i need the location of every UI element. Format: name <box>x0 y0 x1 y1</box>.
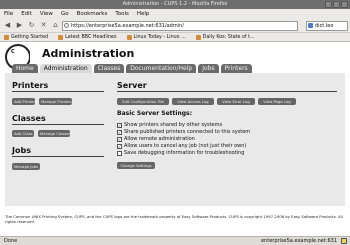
back-icon[interactable]: ◀ <box>3 21 12 30</box>
tab-printers[interactable]: Printers <box>220 64 252 73</box>
bookmark-label: Daily Kos: State of t... <box>202 34 255 40</box>
change-settings-button[interactable]: Change Settings <box>117 162 155 169</box>
logo-text: C <box>11 49 15 55</box>
tab-bar: Home Administration Classes Documentatio… <box>12 64 342 73</box>
rss-icon <box>126 34 132 40</box>
printers-heading: Printers <box>12 81 49 90</box>
view-access-log-button[interactable]: View Access Log <box>172 98 214 105</box>
bookmark-label: Latest BBC Headlines <box>65 34 117 40</box>
checkbox-checked-icon[interactable]: ✓ <box>117 136 122 142</box>
checkbox-checked-icon[interactable]: ✓ <box>117 122 122 128</box>
option-remote-admin[interactable]: ✓ Allow remote administration <box>117 136 195 142</box>
menu-edit[interactable]: Edit <box>21 9 32 19</box>
menu-tools[interactable]: Tools <box>115 9 129 19</box>
tab-classes[interactable]: Classes <box>93 64 125 73</box>
search-engine-icon <box>308 23 313 28</box>
jobs-divider <box>12 156 104 157</box>
menu-bar: File Edit View Go Bookmarks Tools Help <box>0 9 350 19</box>
menu-file[interactable]: File <box>4 9 13 19</box>
admin-panel: Printers Add Printer Manage Printers Cla… <box>5 73 345 206</box>
address-text: https://enterprise5a.example.net:631/adm… <box>71 23 184 29</box>
status-text: Done <box>4 238 18 244</box>
bookmark-daily-kos[interactable]: Daily Kos: State of t... <box>195 33 255 41</box>
checkbox-checked-icon[interactable]: ✓ <box>117 129 122 135</box>
maximize-button[interactable] <box>333 1 340 8</box>
option-debug-logging[interactable]: Save debugging information for troublesh… <box>117 150 244 156</box>
add-class-button[interactable]: Add Class <box>12 130 34 137</box>
view-error-log-button[interactable]: View Error Log <box>217 98 255 105</box>
rss-icon <box>58 34 64 40</box>
jobs-heading: Jobs <box>12 146 31 155</box>
search-placeholder: dict.leo <box>315 23 334 29</box>
window-title: Administration - CUPS 1.2 - Mozilla Fire… <box>122 1 228 7</box>
option-label: Share published printers connected to th… <box>124 129 251 135</box>
header-banner: Administration <box>30 46 344 62</box>
add-printer-button[interactable]: Add Printer <box>12 98 35 105</box>
tab-jobs[interactable]: Jobs <box>198 64 219 73</box>
lock-icon[interactable] <box>341 238 347 244</box>
classes-divider <box>12 124 104 125</box>
classes-heading: Classes <box>12 114 46 123</box>
option-cancel-any-job[interactable]: ✓ Allow users to cancel any job (not jus… <box>117 143 246 149</box>
option-label: Save debugging information for troublesh… <box>124 150 245 156</box>
stop-icon[interactable]: ✕ <box>39 21 48 30</box>
checkbox-checked-icon[interactable]: ✓ <box>117 143 122 149</box>
menu-view[interactable]: View <box>40 9 53 19</box>
edit-configuration-file-button[interactable]: Edit Configuration File <box>117 98 169 105</box>
basic-settings-heading: Basic Server Settings: <box>117 110 192 117</box>
option-label: Show printers shared by other systems <box>124 122 223 128</box>
bookmark-icon <box>4 34 9 40</box>
menu-bookmarks[interactable]: Bookmarks <box>77 9 108 19</box>
manage-classes-button[interactable]: Manage Classes <box>38 130 71 137</box>
server-heading: Server <box>117 81 147 90</box>
bookmark-linux-today[interactable]: Linux Today - Linux ... <box>126 33 186 41</box>
view-page-log-button[interactable]: View Page Log <box>258 98 296 105</box>
close-button[interactable] <box>341 1 348 8</box>
manage-jobs-button[interactable]: Manage Jobs <box>12 163 40 170</box>
page-title: Administration <box>42 47 135 60</box>
checkbox-unchecked-icon[interactable] <box>117 150 122 156</box>
footer-text: The Common UNIX Printing System, CUPS, a… <box>5 214 343 224</box>
navigation-toolbar: ◀ ▶ ↻ ✕ ⌂ https://enterprise5a.example.n… <box>0 19 350 33</box>
menu-help[interactable]: Help <box>137 9 150 19</box>
bookmark-bbc[interactable]: Latest BBC Headlines <box>58 33 117 41</box>
menu-go[interactable]: Go <box>61 9 69 19</box>
page-content: C Administration Home Administration Cla… <box>0 42 350 236</box>
title-bar: Administration - CUPS 1.2 - Mozilla Fire… <box>0 0 350 9</box>
bookmark-label: Linux Today - Linux ... <box>133 34 186 40</box>
status-bar: Done enterprise5a.example.net:631 <box>0 236 350 245</box>
option-label: Allow remote administration <box>124 136 195 142</box>
tab-administration[interactable]: Administration <box>39 64 92 73</box>
status-host: enterprise5a.example.net:631 <box>260 238 337 244</box>
option-share-printers[interactable]: ✓ Share published printers connected to … <box>117 129 250 135</box>
bookmark-label: Getting Started <box>11 34 49 40</box>
bookmark-getting-started[interactable]: Getting Started <box>4 33 48 41</box>
home-icon[interactable]: ⌂ <box>51 21 60 30</box>
window-controls <box>325 1 348 8</box>
manage-printers-button[interactable]: Manage Printers <box>39 98 72 105</box>
bookmarks-toolbar: Getting Started Latest BBC Headlines Lin… <box>0 33 350 42</box>
server-divider <box>117 91 337 92</box>
tab-documentation[interactable]: Documentation/Help <box>126 64 197 73</box>
address-bar[interactable]: https://enterprise5a.example.net:631/adm… <box>62 21 298 31</box>
rss-icon <box>195 34 201 40</box>
reload-icon[interactable]: ↻ <box>27 21 36 30</box>
option-label: Allow users to cancel any job (not just … <box>124 143 247 149</box>
forward-icon[interactable]: ▶ <box>15 21 24 30</box>
option-show-shared-printers[interactable]: ✓ Show printers shared by other systems <box>117 122 222 128</box>
site-icon <box>64 23 69 28</box>
tab-home[interactable]: Home <box>12 64 38 73</box>
printers-divider <box>12 91 104 92</box>
minimize-button[interactable] <box>325 1 332 8</box>
search-input[interactable]: dict.leo <box>306 21 348 31</box>
